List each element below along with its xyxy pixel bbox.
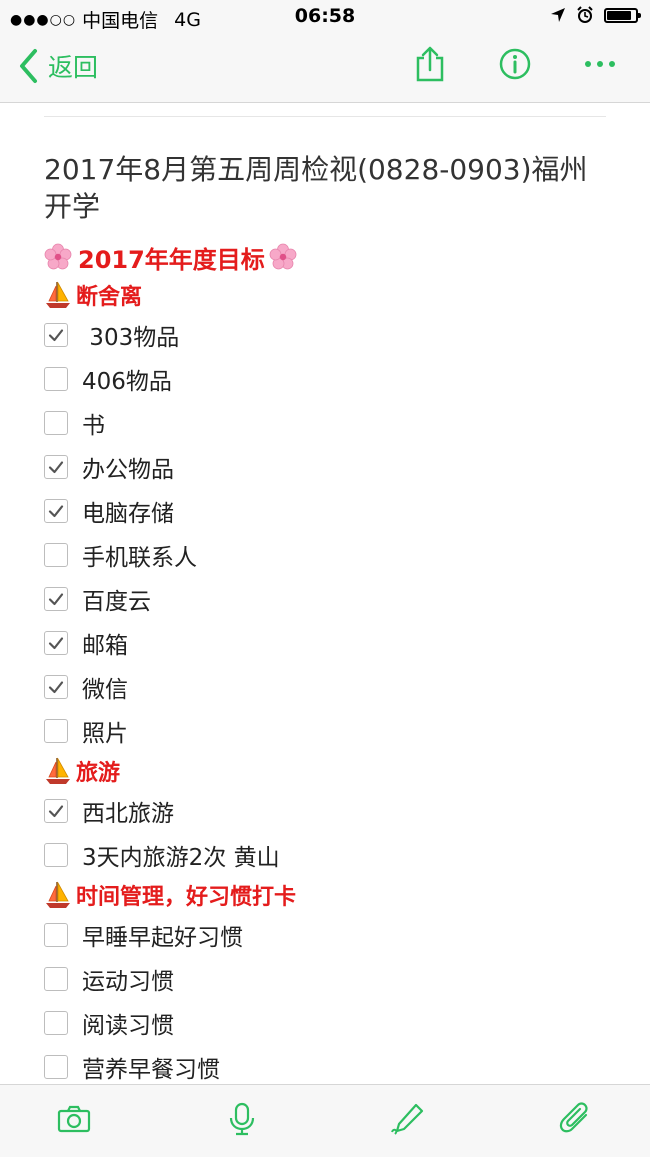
checkbox[interactable] bbox=[44, 631, 68, 655]
checkbox[interactable] bbox=[44, 923, 68, 947]
checkbox[interactable] bbox=[44, 1055, 68, 1079]
checklist-item: 3天内旅游2次 黄山 bbox=[44, 833, 606, 877]
checkbox[interactable] bbox=[44, 543, 68, 567]
checklist-item: 406物品 bbox=[44, 357, 606, 401]
navigation-bar: 返回 bbox=[0, 34, 650, 103]
checklist-item-label[interactable]: 早睡早起好习惯 bbox=[82, 918, 243, 952]
back-button[interactable]: 返回 bbox=[18, 48, 98, 84]
checklist-item: 照片 bbox=[44, 709, 606, 753]
section-heading-text: 旅游 bbox=[76, 761, 121, 786]
section-heading: 时间管理，好习惯打卡 bbox=[44, 877, 606, 913]
note-title[interactable]: 2017年8月第五周周检视(0828-0903)福州开学 bbox=[44, 151, 606, 225]
checklist-item: 微信 bbox=[44, 665, 606, 709]
pen-icon[interactable] bbox=[390, 1101, 426, 1137]
checkbox[interactable] bbox=[44, 499, 68, 523]
checkbox[interactable] bbox=[44, 367, 68, 391]
checklist-item-label[interactable]: 406物品 bbox=[82, 362, 172, 396]
cherry-blossom-icon bbox=[44, 243, 72, 270]
battery-icon bbox=[604, 7, 641, 23]
checklist-item: 电脑存储 bbox=[44, 489, 606, 533]
bottom-toolbar bbox=[0, 1084, 650, 1157]
checklist-item: 邮箱 bbox=[44, 621, 606, 665]
checklist-item-label[interactable]: 西北旅游 bbox=[82, 794, 174, 828]
checklist-item-label[interactable]: 阅读习惯 bbox=[82, 1006, 174, 1040]
checkbox[interactable] bbox=[44, 323, 68, 347]
checklist-item: 早睡早起好习惯 bbox=[44, 913, 606, 957]
checklist-item: 阅读习惯 bbox=[44, 1001, 606, 1045]
cherry-blossom-icon bbox=[269, 243, 297, 270]
checkbox[interactable] bbox=[44, 967, 68, 991]
checklist-sections: 断舍离 303物品 406物品书办公物品电脑存储手机联系人百度云邮箱微信照片旅游西… bbox=[44, 277, 606, 1089]
checklist-item-label[interactable]: 营养早餐习惯 bbox=[82, 1050, 220, 1084]
checkbox[interactable] bbox=[44, 455, 68, 479]
share-icon[interactable] bbox=[410, 44, 450, 84]
checklist-item-label[interactable]: 照片 bbox=[82, 714, 128, 748]
checklist-item-label[interactable]: 手机联系人 bbox=[82, 538, 197, 572]
checklist-item-label[interactable]: 办公物品 bbox=[82, 450, 174, 484]
microphone-icon[interactable] bbox=[224, 1101, 260, 1137]
checkbox[interactable] bbox=[44, 843, 68, 867]
checklist-item: 手机联系人 bbox=[44, 533, 606, 577]
back-label: 返回 bbox=[48, 53, 99, 82]
checklist-item: 运动习惯 bbox=[44, 957, 606, 1001]
checkbox[interactable] bbox=[44, 799, 68, 823]
divider bbox=[44, 116, 606, 117]
checklist-item: 西北旅游 bbox=[44, 789, 606, 833]
checklist-item-label[interactable]: 303物品 bbox=[82, 318, 179, 352]
camera-icon[interactable] bbox=[56, 1101, 92, 1137]
sailboat-icon bbox=[46, 281, 70, 308]
checklist-item-label[interactable]: 书 bbox=[82, 406, 105, 440]
checkbox[interactable] bbox=[44, 675, 68, 699]
checklist-item: 营养早餐习惯 bbox=[44, 1045, 606, 1089]
checkbox[interactable] bbox=[44, 1011, 68, 1035]
checkbox[interactable] bbox=[44, 411, 68, 435]
checklist-item: 303物品 bbox=[44, 313, 606, 357]
checklist-item: 办公物品 bbox=[44, 445, 606, 489]
note-body[interactable]: 2017年8月第五周周检视(0828-0903)福州开学 2017年年度目标 断… bbox=[44, 104, 606, 1089]
checklist-item-label[interactable]: 邮箱 bbox=[82, 626, 128, 660]
chevron-left-icon bbox=[20, 49, 37, 83]
alarm-clock-icon bbox=[577, 6, 593, 23]
status-bar: ●●●○○ 中国电信 4G 06:58 bbox=[0, 0, 650, 34]
checklist-item-label[interactable]: 3天内旅游2次 黄山 bbox=[82, 838, 280, 872]
checklist-item: 百度云 bbox=[44, 577, 606, 621]
checklist-item-label[interactable]: 电脑存储 bbox=[82, 494, 174, 528]
sailboat-icon bbox=[46, 757, 70, 784]
section-heading: 旅游 bbox=[44, 753, 606, 789]
checklist-item-label[interactable]: 运动习惯 bbox=[82, 962, 174, 996]
goal-heading-text: 2017年年度目标 bbox=[78, 245, 265, 274]
paperclip-icon[interactable] bbox=[558, 1101, 594, 1137]
info-icon[interactable] bbox=[495, 44, 535, 84]
checkbox[interactable] bbox=[44, 719, 68, 743]
checkbox[interactable] bbox=[44, 587, 68, 611]
battery-fill bbox=[607, 10, 631, 20]
goal-heading: 2017年年度目标 bbox=[44, 237, 606, 277]
checklist-item-label[interactable]: 百度云 bbox=[82, 582, 151, 616]
checklist-item: 书 bbox=[44, 401, 606, 445]
section-heading-text: 时间管理，好习惯打卡 bbox=[76, 885, 297, 910]
more-icon[interactable] bbox=[580, 44, 620, 84]
status-right bbox=[550, 6, 641, 24]
checklist-item-label[interactable]: 微信 bbox=[82, 670, 128, 704]
location-arrow-icon bbox=[551, 8, 565, 22]
section-heading: 断舍离 bbox=[44, 277, 606, 313]
sailboat-icon bbox=[46, 881, 70, 908]
section-heading-text: 断舍离 bbox=[76, 285, 143, 310]
